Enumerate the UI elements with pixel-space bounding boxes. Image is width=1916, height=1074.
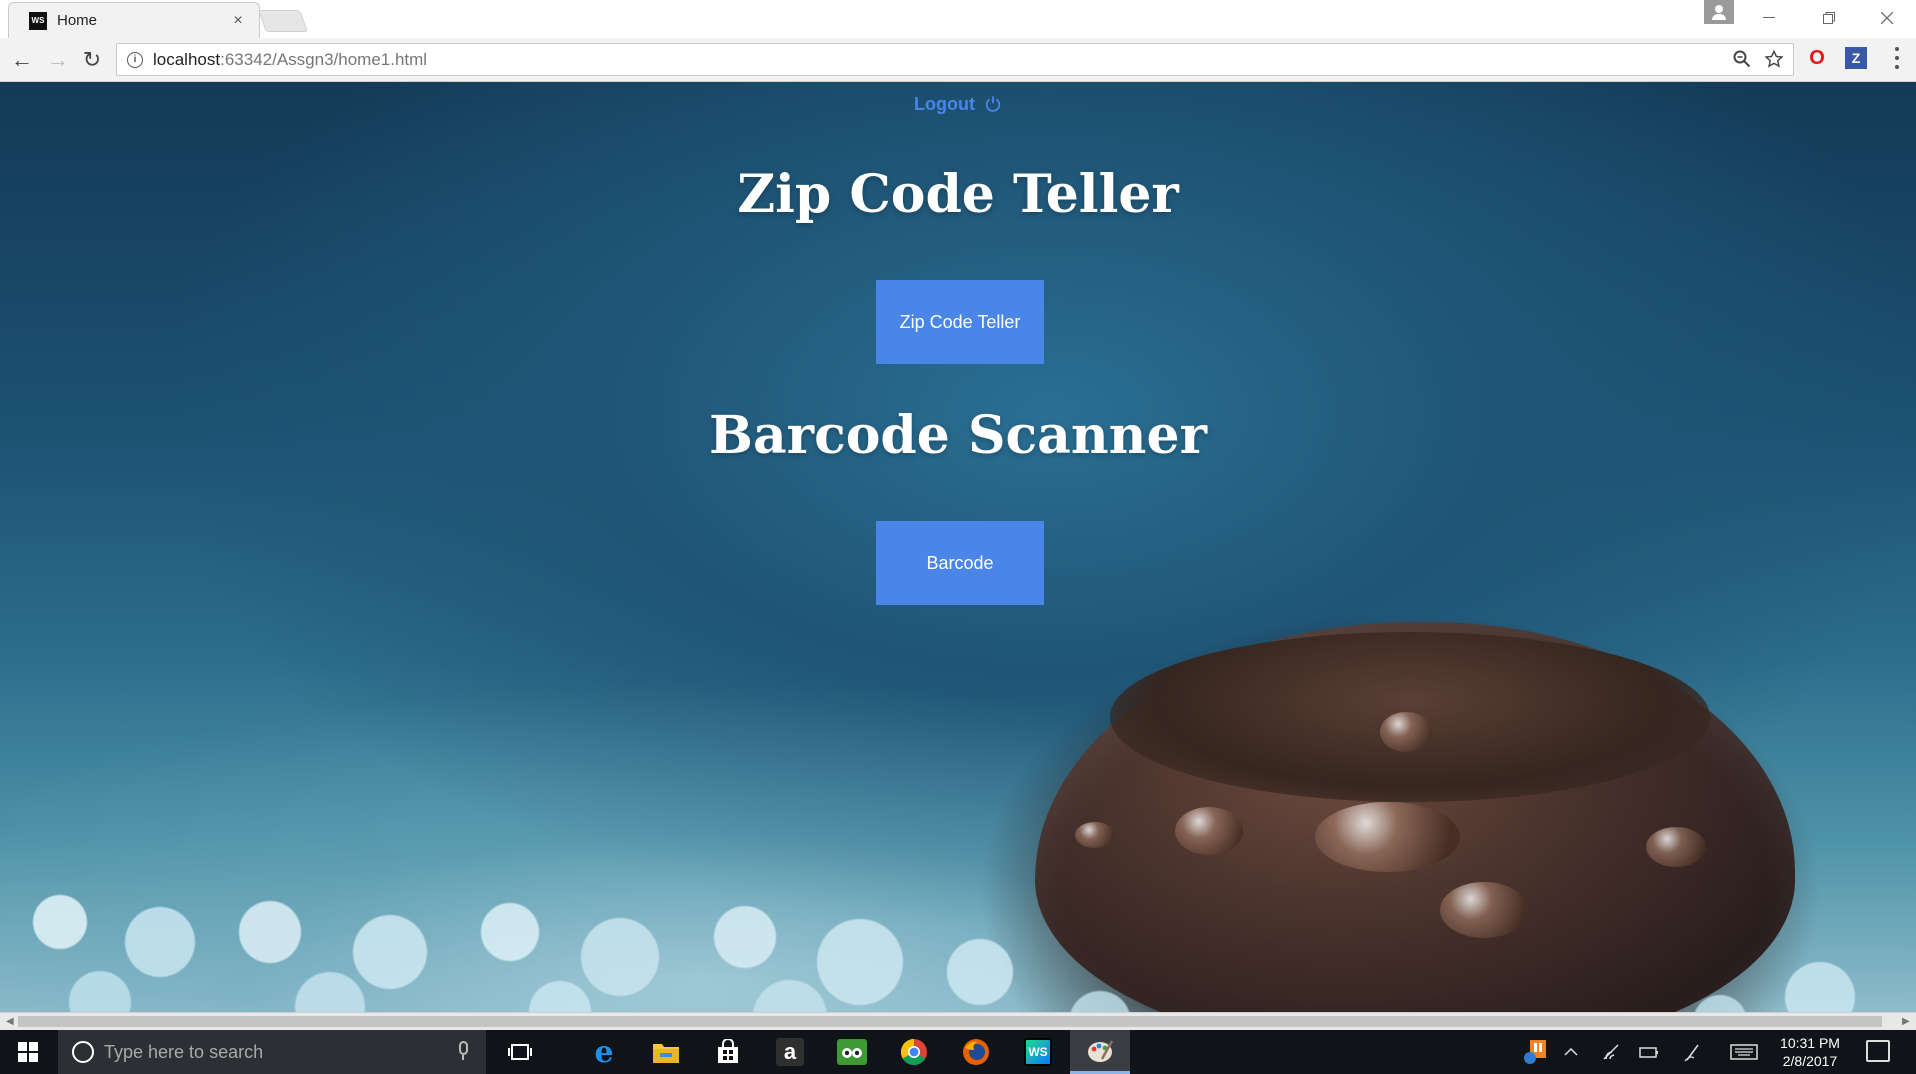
taskbar-search[interactable]: Type here to search [58,1030,486,1074]
logout-link[interactable]: Logout [0,94,1916,115]
zoom-icon[interactable] [1733,50,1751,68]
paint-icon [1088,1039,1114,1062]
browser-tab[interactable]: WS Home × [8,2,260,38]
tray-notification-icon[interactable] [1520,1030,1550,1074]
scroll-right-icon[interactable]: ▶ [1902,1016,1910,1027]
windows-logo-icon [18,1042,38,1062]
taskbar-tripadvisor[interactable] [822,1030,882,1074]
zip-code-heading: Zip Code Teller [737,164,1179,225]
cortana-icon [72,1041,94,1063]
url-host: localhost [153,49,221,69]
tab-close-icon[interactable]: × [229,12,247,30]
edge-icon: e [594,1034,614,1070]
show-hidden-icons[interactable] [1558,1030,1584,1074]
task-view-button[interactable] [490,1030,550,1074]
pen-icon[interactable] [1680,1030,1706,1074]
address-bar[interactable]: i localhost:63342/Assgn3/home1.html [116,43,1794,76]
system-clock[interactable]: 10:31 PM 2/8/2017 [1770,1034,1850,1070]
restore-icon[interactable] [1800,0,1858,36]
z-extension-icon[interactable]: Z [1845,47,1867,69]
amazon-icon: a [776,1038,804,1066]
new-tab-button[interactable] [257,10,309,32]
taskbar-webstorm[interactable]: WS [1008,1030,1068,1074]
action-center-icon[interactable] [1866,1040,1890,1062]
minimize-icon[interactable] [1740,0,1798,36]
network-icon[interactable] [1598,1030,1624,1074]
tab-strip: WS Home × [0,0,1916,38]
tripadvisor-icon [837,1039,867,1065]
taskbar: Type here to search e a WS 10:31 PM 2/8/… [0,1030,1916,1074]
tab-title: Home [57,12,98,29]
clock-date: 2/8/2017 [1782,1053,1838,1069]
browser-toolbar: ← → ↻ i localhost:63342/Assgn3/home1.htm… [0,38,1916,82]
back-icon[interactable]: ← [8,46,36,74]
url-path: :63342/Assgn3/home1.html [220,49,428,69]
horizontal-scrollbar[interactable]: ◀ ▶ [0,1012,1916,1030]
microphone-icon[interactable] [456,1041,470,1063]
battery-icon[interactable] [1636,1030,1662,1074]
menu-icon[interactable] [1890,45,1904,71]
taskbar-firefox[interactable] [946,1030,1006,1074]
taskbar-amazon[interactable]: a [760,1030,820,1074]
taskbar-store[interactable] [698,1030,758,1074]
webstorm-favicon-icon: WS [29,11,47,30]
forward-icon[interactable]: → [44,46,72,74]
info-icon[interactable]: i [127,51,143,68]
webstorm-icon: WS [1024,1038,1052,1066]
scroll-left-icon[interactable]: ◀ [6,1016,14,1027]
keyboard-icon[interactable] [1728,1030,1760,1074]
zip-code-teller-button[interactable]: Zip Code Teller [876,280,1044,364]
profile-icon[interactable] [1704,0,1734,24]
scrollbar-thumb[interactable] [18,1016,1882,1027]
page-viewport: Logout Zip Code Teller Zip Code Teller B… [0,82,1916,1012]
logout-label: Logout [914,94,975,114]
taskbar-file-explorer[interactable] [636,1030,696,1074]
power-icon [985,96,1001,112]
barcode-button[interactable]: Barcode [876,521,1044,605]
taskbar-paint[interactable] [1070,1030,1130,1074]
barcode-scanner-heading: Barcode Scanner [709,405,1207,466]
taskbar-chrome[interactable] [884,1030,944,1074]
star-icon[interactable] [1765,50,1783,68]
clock-time: 10:31 PM [1780,1035,1840,1051]
search-placeholder: Type here to search [104,1041,264,1062]
file-explorer-icon [653,1044,679,1063]
taskbar-edge[interactable]: e [574,1030,634,1074]
firefox-icon [963,1039,989,1065]
close-window-icon[interactable] [1858,0,1916,36]
chrome-icon [900,1038,927,1066]
start-button[interactable] [0,1030,56,1074]
task-view-icon [508,1044,532,1060]
opera-icon[interactable]: O [1806,47,1828,69]
reload-icon[interactable]: ↻ [78,46,106,74]
store-icon [718,1039,738,1063]
